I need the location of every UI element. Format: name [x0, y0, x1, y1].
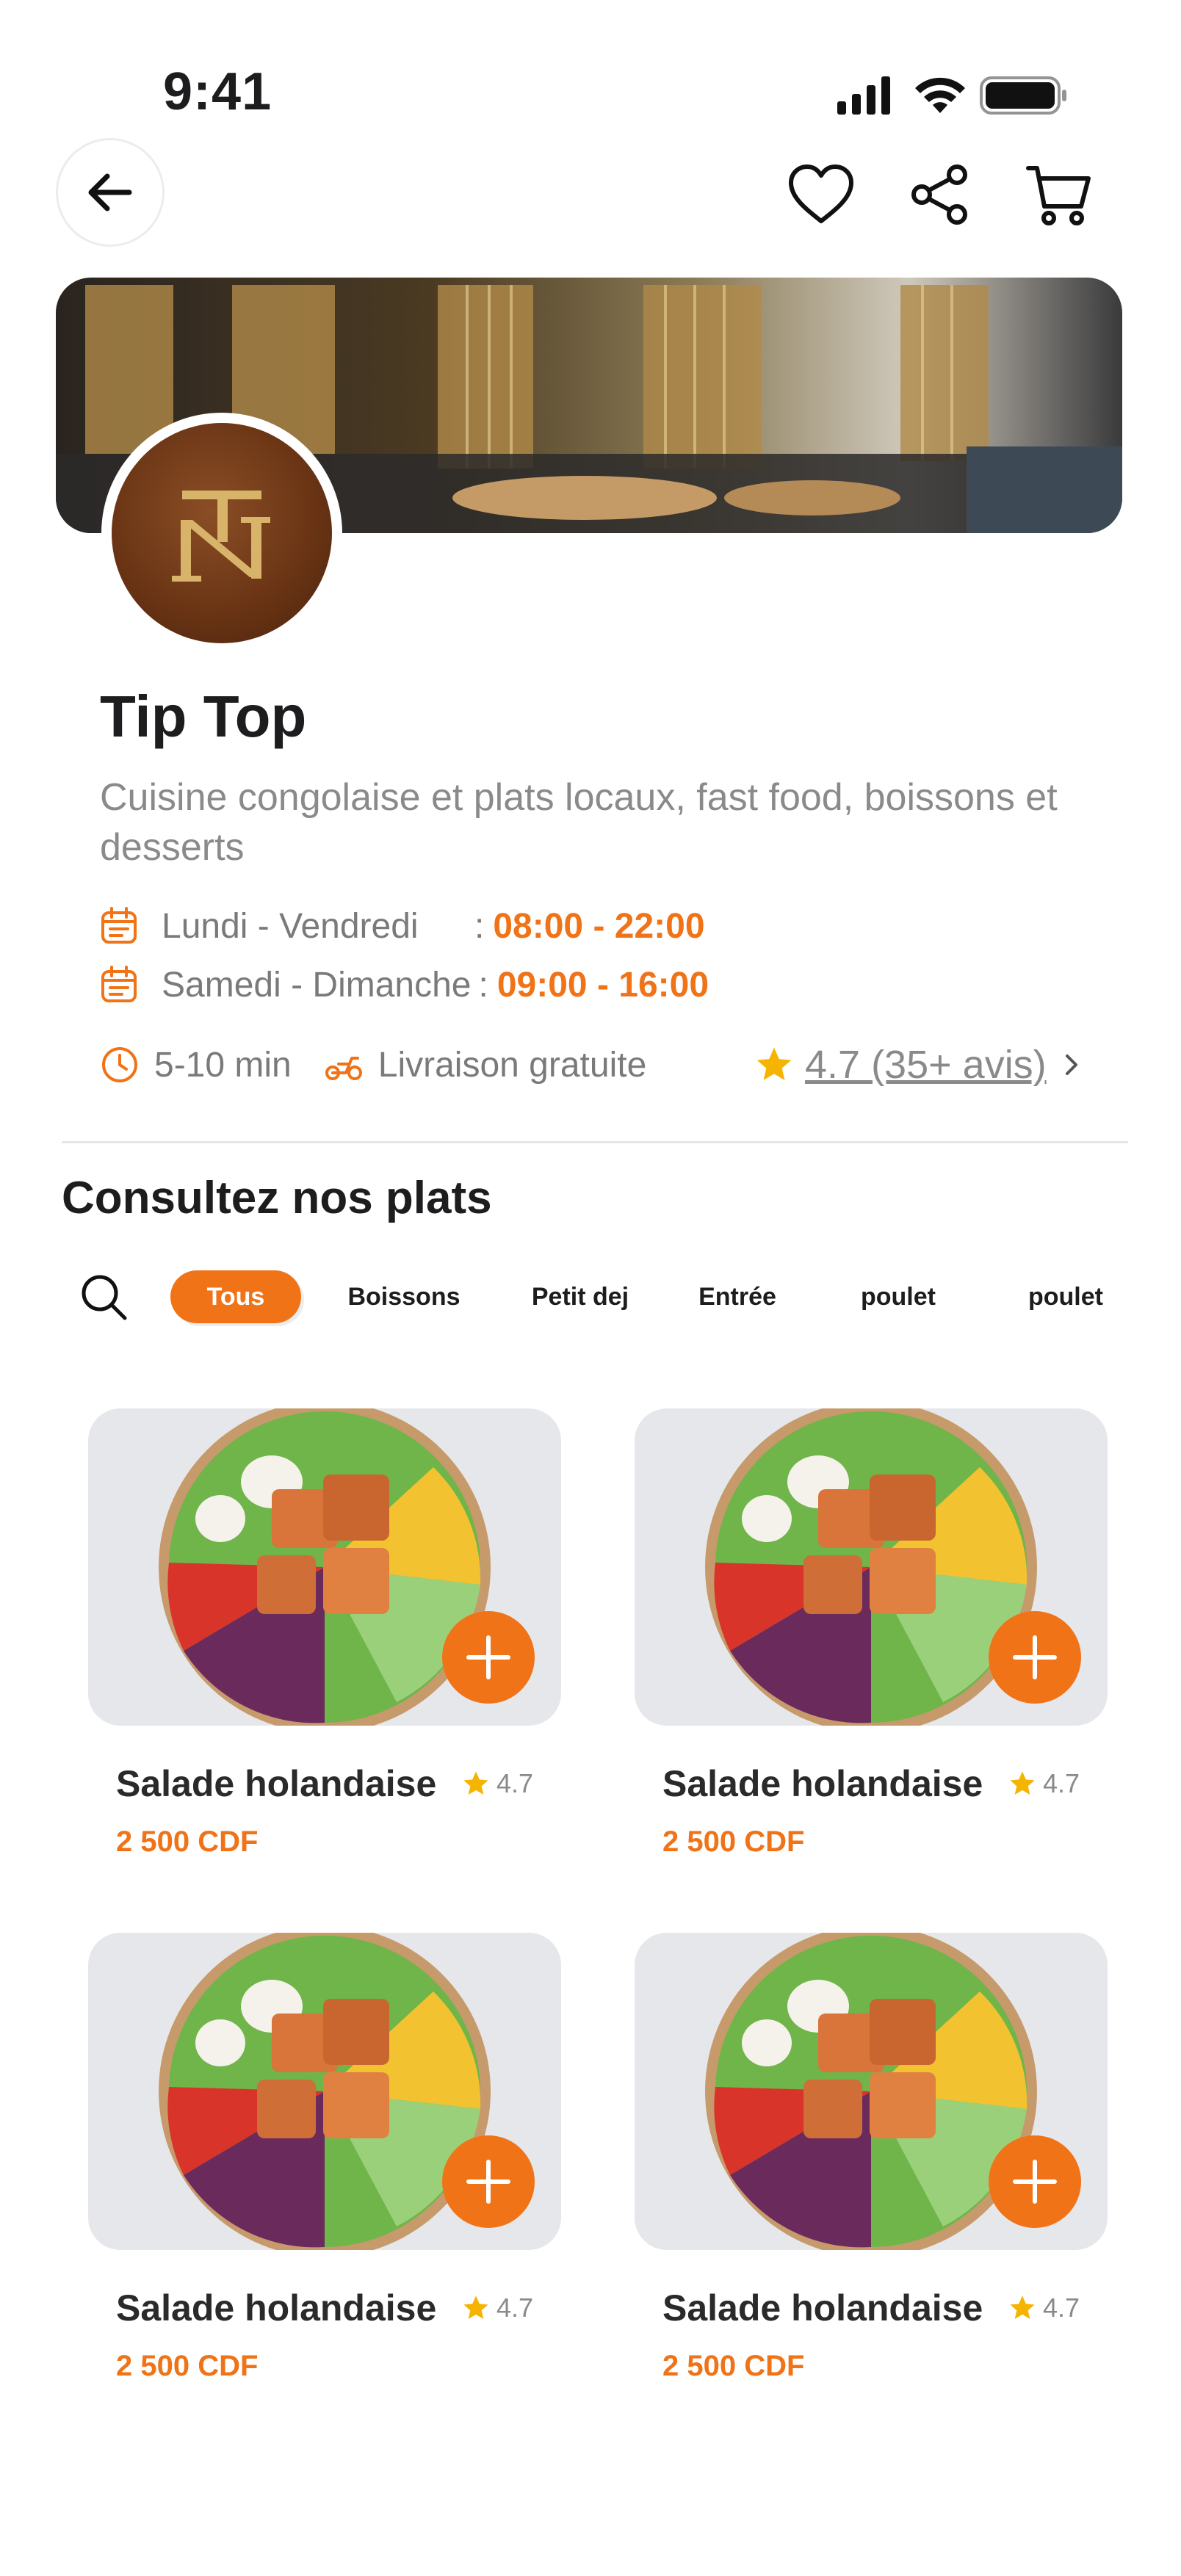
dish-rating: 4.7	[1008, 1768, 1080, 1799]
hours-days: Lundi - Vendredi	[162, 906, 419, 946]
back-button[interactable]	[56, 138, 165, 247]
restaurant-description: Cuisine congolaise et plats locaux, fast…	[100, 776, 1058, 869]
share-icon	[911, 164, 967, 225]
filter-chip-boissons[interactable]: Boissons	[331, 1270, 477, 1323]
plus-icon	[1013, 2160, 1057, 2204]
star-icon	[463, 1771, 488, 1795]
section-title: Consultez nos plats	[62, 1173, 492, 1223]
calendar-icon	[101, 966, 137, 1002]
dish-rating: 4.7	[461, 1768, 533, 1799]
dish-name: Salade holandaise	[662, 1763, 983, 1804]
filter-chip-tous[interactable]: Tous	[170, 1270, 301, 1323]
add-to-cart-button[interactable]	[442, 1611, 535, 1704]
category-filters: Tous Boissons Petit dej Entrée poulet po…	[71, 1257, 1110, 1336]
star-icon	[1010, 2295, 1035, 2319]
cart-icon	[1026, 166, 1091, 225]
dish-rating-value: 4.7	[1043, 1768, 1080, 1798]
favorite-button[interactable]	[784, 158, 858, 231]
divider	[62, 1141, 1128, 1143]
hours-weekend: Samedi - Dimanche : 09:00 - 16:00	[100, 959, 709, 1010]
search-icon	[82, 1275, 127, 1320]
dish-image	[88, 1408, 561, 1726]
filter-chip-entree[interactable]: Entrée	[686, 1270, 789, 1323]
add-to-cart-button[interactable]	[989, 1611, 1081, 1704]
share-button[interactable]	[903, 158, 977, 231]
hours-sep: :	[478, 965, 488, 1005]
star-icon	[463, 2295, 488, 2319]
dish-price: 2 500 CDF	[662, 2350, 805, 2382]
dish-rating-value: 4.7	[496, 2293, 534, 2323]
plus-icon	[466, 1635, 510, 1679]
dish-card[interactable]: Salade holandaise 4.7 2 500 CDF	[88, 1933, 561, 2382]
hours-days: Samedi - Dimanche	[162, 965, 472, 1005]
status-icons	[837, 76, 1066, 115]
dish-rating: 4.7	[1008, 2293, 1080, 2323]
dish-card[interactable]: Salade holandaise 4.7 2 500 CDF	[88, 1408, 561, 1858]
dish-name: Salade holandaise	[116, 2287, 437, 2329]
dish-rating-value: 4.7	[496, 1768, 534, 1798]
dish-name: Salade holandaise	[662, 2287, 983, 2329]
clock-icon	[102, 1047, 137, 1082]
dish-image	[635, 1933, 1108, 2250]
add-to-cart-button[interactable]	[442, 2135, 535, 2228]
calendar-icon	[101, 907, 137, 944]
dish-rating-value: 4.7	[1043, 2293, 1080, 2323]
dish-name: Salade holandaise	[116, 1763, 437, 1804]
dish-card[interactable]: Salade holandaise 4.7 2 500 CDF	[635, 1408, 1108, 1858]
heart-icon	[789, 164, 853, 223]
signal-icon	[837, 76, 890, 115]
battery-icon	[980, 76, 1066, 115]
hours-sep: :	[474, 906, 485, 946]
reviews-link[interactable]: 4.7 (35+ avis)	[754, 1035, 1086, 1094]
hours-time: 08:00 - 22:00	[493, 906, 705, 946]
dish-image	[88, 1933, 561, 2250]
star-icon	[1010, 1771, 1035, 1795]
plus-icon	[1013, 1635, 1057, 1679]
wifi-icon	[915, 77, 965, 113]
hours-time: 09:00 - 16:00	[496, 965, 709, 1005]
plus-icon	[466, 2160, 510, 2204]
filter-chip-poulet[interactable]: poulet	[853, 1270, 943, 1323]
filter-chip-petit-dej[interactable]: Petit dej	[514, 1270, 646, 1323]
dish-price: 2 500 CDF	[116, 2350, 259, 2382]
dish-card[interactable]: Salade holandaise 4.7 2 500 CDF	[635, 1933, 1108, 2382]
dish-rating: 4.7	[461, 2293, 533, 2323]
hours-weekdays: Lundi - Vendredi : 08:00 - 22:00	[100, 900, 705, 952]
dish-price: 2 500 CDF	[662, 1826, 805, 1858]
dish-image	[635, 1408, 1108, 1726]
filter-chip-poulet-2[interactable]: poulet	[1021, 1270, 1110, 1323]
dish-price: 2 500 CDF	[116, 1826, 259, 1858]
restaurant-logo	[101, 413, 342, 654]
cart-button[interactable]	[1022, 158, 1096, 231]
add-to-cart-button[interactable]	[989, 2135, 1081, 2228]
scooter-icon	[325, 1057, 362, 1080]
search-button[interactable]	[71, 1264, 137, 1330]
status-time: 9:41	[163, 62, 272, 121]
tn-monogram-logo	[172, 491, 270, 582]
restaurant-rating: 4.7 (35+ avis)	[805, 1043, 1047, 1087]
arrow-left-icon	[88, 173, 132, 211]
star-icon	[756, 1047, 792, 1080]
delivery-time: 5-10 min	[154, 1045, 292, 1085]
restaurant-name: Tip Top	[100, 684, 307, 749]
chevron-right-icon	[1065, 1054, 1077, 1075]
delivery-fee: Livraison gratuite	[378, 1045, 647, 1085]
